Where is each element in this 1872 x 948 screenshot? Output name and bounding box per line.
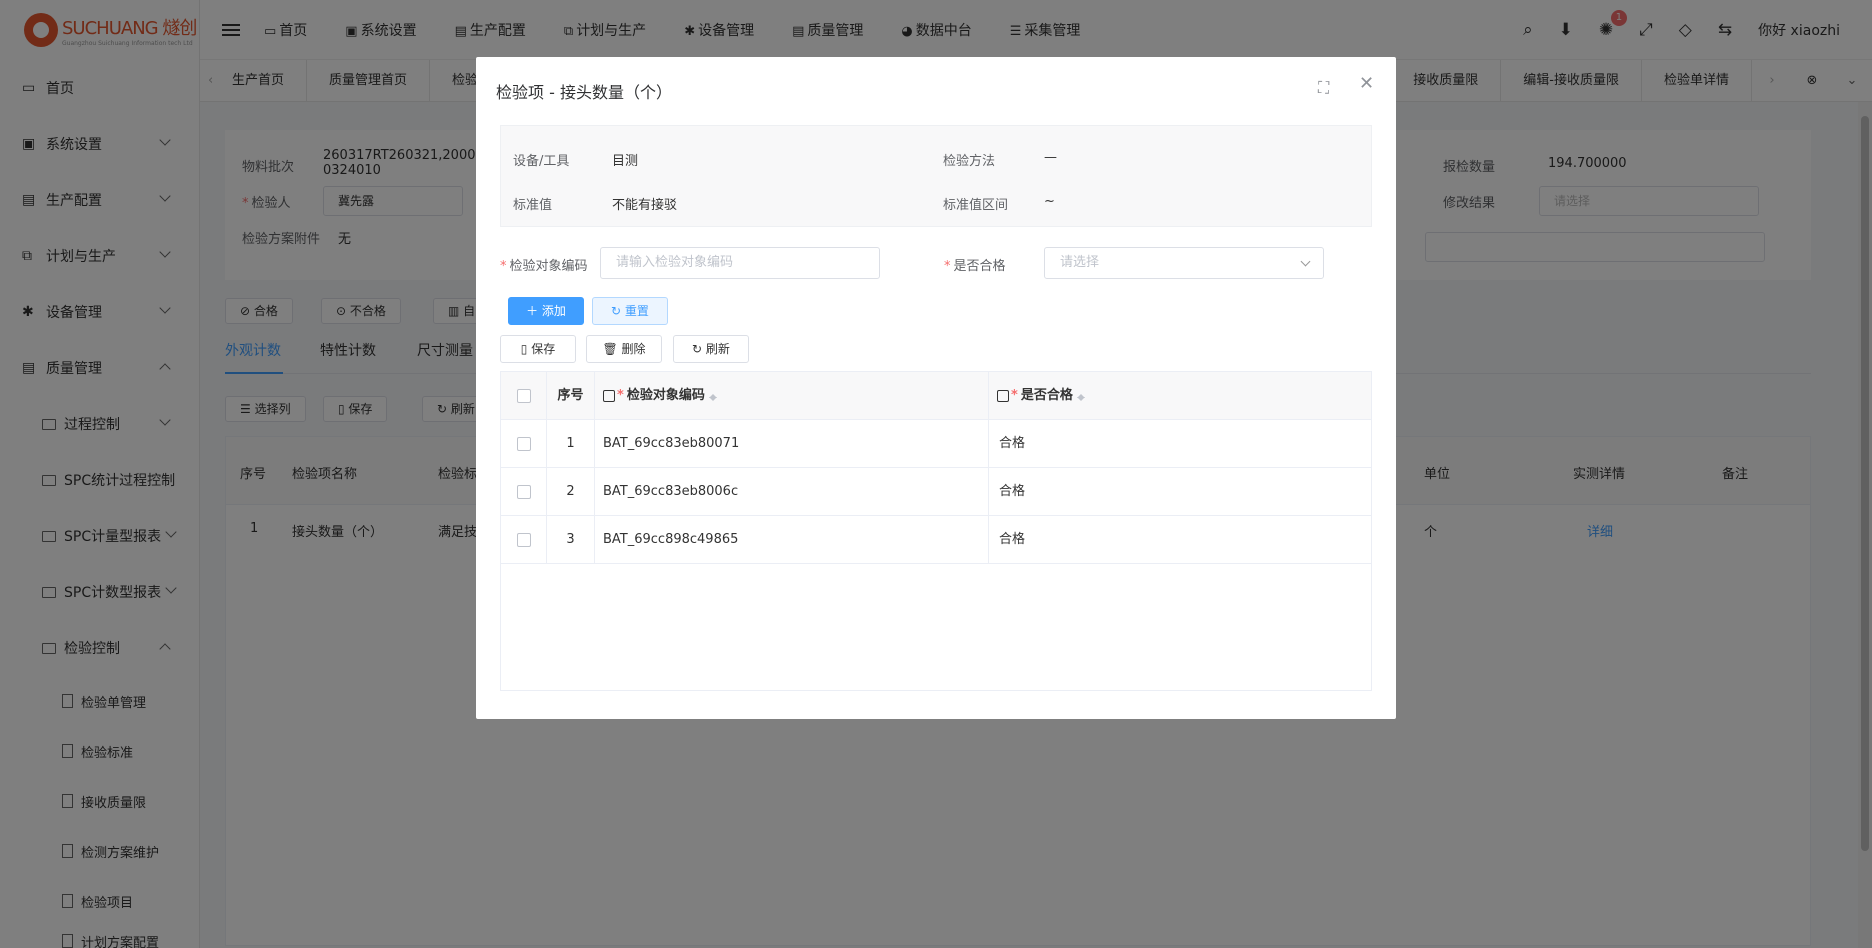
delete-button[interactable]: 🗑 删除 [586, 335, 662, 363]
inspection-info-panel: 设备/工具 目测 检验方法 — 标准值 不能有接驳 标准值区间 ~ [500, 125, 1372, 227]
table-row[interactable]: 1 BAT_69cc83eb80071 合格 [501, 420, 1371, 468]
method-value: — [1044, 150, 1057, 165]
maximize-icon[interactable]: ⛶ [1318, 78, 1329, 98]
row-checkbox[interactable] [516, 436, 531, 451]
inspection-item-dialog: 检验项 - 接头数量（个） ⛶ ✕ 设备/工具 目测 检验方法 — 标准值 不能… [476, 57, 1396, 719]
edit-icon [997, 389, 1009, 402]
trash-icon: 🗑 [602, 342, 622, 356]
range-label: 标准值区间 [943, 198, 1009, 213]
row-no: 1 [547, 420, 595, 467]
sort-icon[interactable] [1076, 389, 1085, 403]
plus-icon: ＋ [526, 304, 542, 318]
method-label: 检验方法 [943, 154, 996, 169]
col-pass[interactable]: * 是否合格 [989, 372, 1371, 419]
std-label: 标准值 [513, 198, 553, 213]
tool-value: 目测 [612, 154, 639, 169]
sort-icon[interactable] [708, 389, 717, 403]
row-pass[interactable]: 合格 [989, 516, 1371, 563]
code-input[interactable]: 请输入检验对象编码 [600, 247, 880, 279]
col-code[interactable]: * 检验对象编码 [595, 372, 989, 419]
row-code[interactable]: BAT_69cc83eb80071 [595, 420, 989, 467]
reset-button[interactable]: ↻ 重置 [592, 297, 668, 325]
row-code[interactable]: BAT_69cc898c49865 [595, 516, 989, 563]
row-no: 3 [547, 516, 595, 563]
select-all-checkbox[interactable] [516, 388, 531, 403]
add-button[interactable]: ＋ 添加 [508, 297, 584, 325]
table-row[interactable]: 2 BAT_69cc83eb8006c 合格 [501, 468, 1371, 516]
col-no: 序号 [547, 372, 595, 419]
close-icon[interactable]: ✕ [1359, 73, 1374, 94]
std-value: 不能有接驳 [612, 198, 678, 213]
pass-select[interactable]: 请选择 [1044, 247, 1324, 279]
table-header: 序号 * 检验对象编码 * 是否合格 [501, 372, 1371, 420]
row-no: 2 [547, 468, 595, 515]
chevron-down-icon [1300, 256, 1311, 267]
object-table: 序号 * 检验对象编码 * 是否合格 1 BAT_69cc83eb80071 合格 … [500, 371, 1372, 691]
row-checkbox[interactable] [516, 532, 531, 547]
refresh-icon: ↻ [611, 304, 625, 318]
tool-label: 设备/工具 [513, 154, 570, 169]
row-pass[interactable]: 合格 [989, 420, 1371, 467]
code-label: * 检验对象编码 [500, 259, 588, 274]
edit-icon [603, 389, 615, 402]
save-button[interactable]: ▯ 保存 [500, 335, 576, 363]
table-row[interactable]: 3 BAT_69cc898c49865 合格 [501, 516, 1371, 564]
refresh-icon: ↻ [692, 342, 706, 356]
row-checkbox[interactable] [516, 484, 531, 499]
pass-label: * 是否合格 [944, 259, 1006, 274]
range-value: ~ [1044, 194, 1055, 209]
row-pass[interactable]: 合格 [989, 468, 1371, 515]
refresh-button[interactable]: ↻ 刷新 [673, 335, 749, 363]
file-icon: ▯ [520, 342, 532, 356]
dialog-title: 检验项 - 接头数量（个） [496, 83, 672, 102]
row-code[interactable]: BAT_69cc83eb8006c [595, 468, 989, 515]
